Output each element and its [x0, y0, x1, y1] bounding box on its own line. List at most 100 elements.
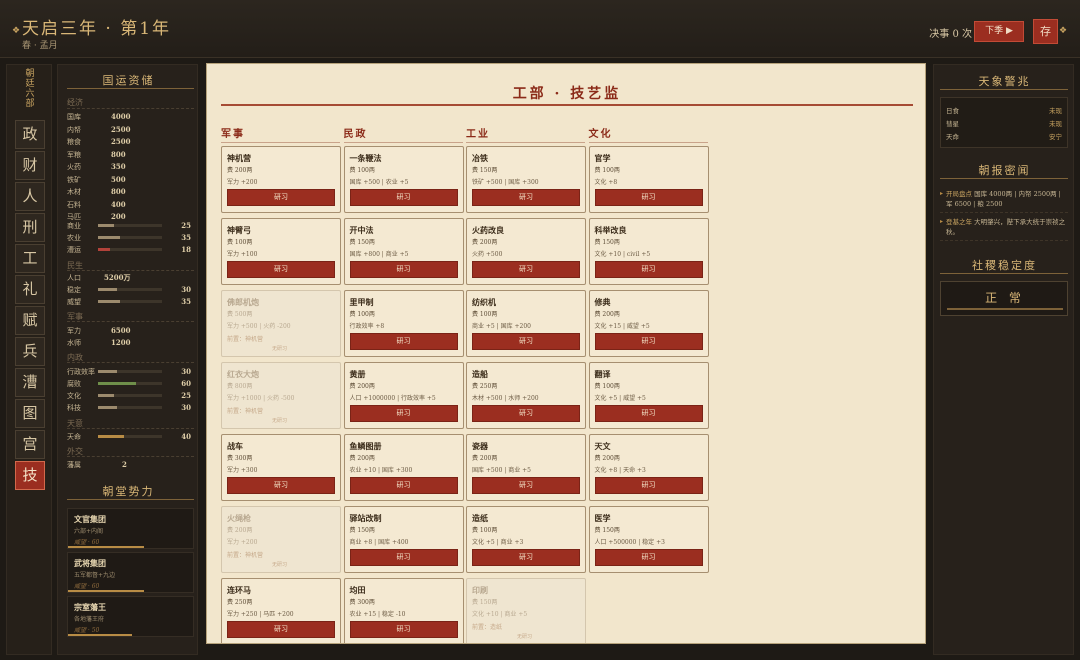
tech-effect: 军力 +1000 | 火药 -500	[227, 395, 295, 402]
tech-cost: 费 100两	[472, 311, 498, 318]
research-button[interactable]: 研习	[594, 477, 703, 494]
nav-item-tu[interactable]: 图	[15, 399, 45, 428]
tech-cost: 费 250两	[227, 599, 253, 606]
save-button[interactable]: 存	[1033, 19, 1058, 44]
tech-cost: 费 250两	[472, 383, 498, 390]
resource-label: 国库	[67, 113, 81, 121]
tech-name: 神机营	[227, 153, 251, 163]
faction-card[interactable]: 宗室藩王 各地藩王府 威望 · 50	[67, 596, 194, 637]
stat-value: 40	[181, 432, 191, 441]
stat-bar	[98, 300, 162, 303]
stat-bar-fill	[98, 406, 118, 409]
nav-item-zheng[interactable]: 政	[15, 120, 45, 149]
nav-item-xing[interactable]: 刑	[15, 213, 45, 242]
research-button[interactable]: 研习	[349, 621, 458, 638]
nav-item-li[interactable]: 礼	[15, 275, 45, 304]
faction-card[interactable]: 文官集团 六部+内阁 威望 · 60	[67, 508, 194, 549]
tech-name: 造船	[472, 369, 488, 379]
research-button[interactable]: 研习	[227, 477, 335, 494]
research-button[interactable]: 研习	[349, 549, 458, 566]
stat-bar-fill	[98, 248, 110, 251]
stat-bar-fill	[98, 288, 118, 291]
faction-prestige: 威望 · 60	[74, 583, 100, 590]
nav-item-tech[interactable]: 技	[15, 461, 45, 490]
tech-cost: 费 150两	[472, 167, 498, 174]
stat-label: 文化	[67, 392, 81, 400]
research-button[interactable]: 研习	[472, 261, 580, 278]
research-button[interactable]: 研习	[594, 333, 703, 350]
next-season-button[interactable]: 下季 ▶	[974, 21, 1024, 42]
research-button[interactable]: 研习	[472, 405, 580, 422]
tech-effect: 文化 +8 | 天命 +3	[594, 467, 646, 474]
tech-cost: 费 200两	[227, 167, 253, 174]
research-button[interactable]: 研习	[594, 189, 703, 206]
research-button[interactable]: 研习	[472, 477, 580, 494]
stat-bar-fill	[98, 224, 114, 227]
research-button[interactable]: 研习	[349, 261, 458, 278]
research-button[interactable]: 研习	[227, 261, 335, 278]
tech-card: 开中法费 150两 国库 +800 | 商业 +5 研习	[343, 218, 464, 285]
tech-name: 医学	[594, 513, 611, 523]
tech-cost: 费 200两	[349, 383, 375, 390]
research-button[interactable]: 研习	[472, 189, 580, 206]
tech-name: 驿站改制	[349, 513, 382, 523]
research-button[interactable]: 研习	[349, 333, 458, 350]
research-button[interactable]: 研习	[594, 261, 703, 278]
resource-value: 350	[111, 162, 126, 171]
stat-value: 30	[181, 367, 191, 376]
tech-column-header: 文化	[588, 125, 708, 143]
population-label: 人口	[67, 274, 81, 282]
tech-effect: 国库 +500 | 农业 +5	[349, 179, 409, 186]
diamond-ornament-icon: ❖	[12, 26, 21, 36]
resource-value: 4000	[111, 112, 131, 121]
research-button[interactable]: 研习	[594, 549, 703, 566]
resource-value: 6500	[111, 326, 131, 335]
research-button[interactable]: 研习	[472, 333, 580, 350]
tech-name: 一条鞭法	[349, 153, 382, 163]
news-head: 开局盘点	[946, 190, 972, 198]
tech-name: 纺织机	[472, 297, 496, 307]
resource-panel-title: 国运资储	[102, 74, 155, 87]
stat-bar	[98, 288, 162, 291]
research-button[interactable]: 研习	[472, 549, 580, 566]
faction-card[interactable]: 武将集团 五军都督+九边 威望 · 60	[67, 552, 194, 593]
tech-prereq: 前置：神机营	[227, 408, 264, 415]
omen-label: 日食	[946, 107, 959, 115]
tech-cost: 费 100两	[349, 311, 375, 318]
nav-item-palace[interactable]: 宫	[15, 430, 45, 459]
tech-card: 火药改良费 200两 火药 +500 研习	[466, 218, 586, 285]
divider	[940, 273, 1068, 274]
tech-card: 鱼鳞图册费 200两 农业 +10 | 国库 +300 研习	[343, 434, 464, 501]
research-button[interactable]: 研习	[594, 405, 703, 422]
stat-value: 30	[181, 285, 191, 294]
tech-name: 印刷	[472, 585, 488, 595]
nav-item-gong[interactable]: 工	[15, 244, 45, 273]
nav-item-fu[interactable]: 赋	[15, 306, 45, 335]
research-button[interactable]: 研习	[349, 405, 458, 422]
tech-card: 医学费 150两 人口 +500000 | 稳定 +3 研习	[588, 506, 709, 573]
tech-effect: 人口 +500000 | 稳定 +3	[594, 539, 665, 546]
tech-cost: 费 200两	[349, 455, 375, 462]
nav-item-ren[interactable]: 人	[15, 182, 45, 211]
nav-item-cao[interactable]: 漕	[15, 368, 45, 397]
research-button[interactable]: 研习	[227, 189, 335, 206]
faction-prestige: 威望 · 50	[74, 627, 100, 634]
divider	[67, 499, 194, 500]
research-button[interactable]: 研习	[349, 189, 458, 206]
research-button[interactable]: 研习	[349, 477, 458, 494]
tech-panel: 工部 · 技艺监 军事 神机营费 200两 军力 +200 研习 神臂弓费 100两 军力…	[206, 63, 926, 644]
faction-name: 武将集团	[74, 558, 106, 568]
stat-label: 腐败	[67, 380, 81, 388]
tech-name: 红衣大炮	[227, 369, 259, 379]
nav-item-cai[interactable]: 财	[15, 151, 45, 180]
news-head: 登基之年	[946, 218, 972, 226]
tech-cost: 费 200两	[472, 455, 498, 462]
research-button[interactable]: 研习	[227, 621, 335, 638]
tech-card: 连环马费 250两 军力 +250 | 马匹 +200 研习	[221, 578, 341, 643]
population-value: 5200万	[104, 273, 131, 282]
nav-item-bing[interactable]: 兵	[15, 337, 45, 366]
tech-effect: 国库 +500 | 商业 +5	[472, 467, 531, 474]
resource-label: 军粮	[67, 150, 81, 159]
tech-locked-stamp: 无研习	[517, 634, 533, 640]
stat-bar-fill	[98, 300, 121, 303]
